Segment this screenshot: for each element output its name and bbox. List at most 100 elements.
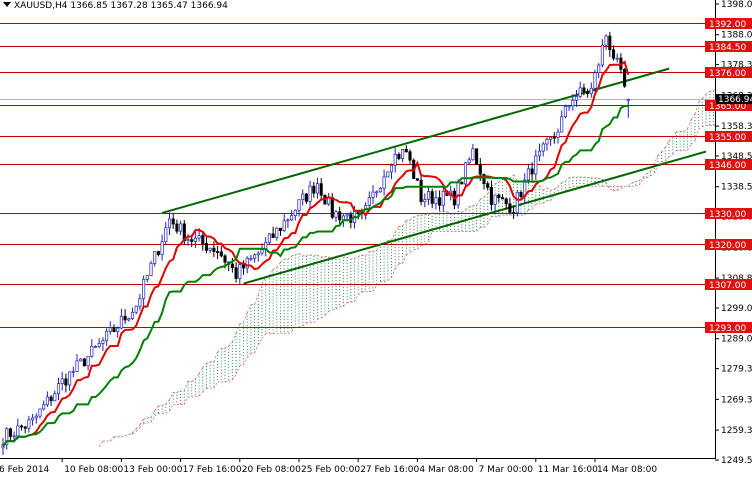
candle-body: [478, 163, 482, 175]
upper-channel-trendline[interactable]: [161, 67, 670, 214]
y-tick-label: 1338.55: [721, 183, 752, 193]
candle-body: [415, 178, 419, 181]
senkou-a: [402, 220, 407, 227]
candle-body: [27, 419, 31, 429]
senkou-a: [424, 213, 429, 216]
senkou-a: [694, 101, 699, 115]
candle-body: [386, 171, 390, 178]
y-tick-label: 1249.55: [721, 456, 752, 466]
level-label: 1384.50: [709, 43, 746, 53]
senkou-b: [428, 231, 433, 243]
candle-body: [508, 203, 512, 213]
senkou-a: [165, 399, 170, 405]
candle-body: [271, 233, 275, 238]
senkou-b: [357, 291, 363, 296]
candle-body: [467, 159, 471, 164]
candle-body: [293, 209, 297, 216]
candle-body: [393, 154, 397, 166]
x-tick-label: 20 Feb 08:00: [242, 465, 301, 475]
senkou-a: [717, 84, 721, 86]
x-tick-label: 13 Feb 00:00: [123, 465, 182, 475]
senkou-b: [417, 245, 422, 250]
senkou-a: [628, 182, 633, 187]
x-tick-label: 4 Mar 08:00: [419, 465, 474, 475]
senkou-b: [328, 309, 333, 312]
candle-body: [79, 358, 83, 362]
candle-body: [593, 72, 597, 89]
candle-body: [16, 425, 20, 437]
candle-body: [108, 327, 112, 332]
lower-channel-trendline[interactable]: [243, 150, 707, 285]
senkou-b: [261, 333, 267, 339]
candle-body: [345, 214, 349, 217]
candle-body: [82, 358, 86, 367]
chart-title: XAUUSD,H4 1366.85 1367.28 1365.47 1366.9…: [3, 1, 230, 11]
senkou-b: [165, 410, 170, 414]
senkou-a: [494, 181, 499, 185]
senkou-b: [317, 317, 322, 320]
senkou-a: [295, 253, 300, 256]
candle-body: [101, 340, 105, 344]
level-label: 1320.00: [709, 241, 746, 251]
candle-body: [334, 211, 338, 218]
senkou-a: [217, 348, 222, 353]
dropdown-triangle-icon[interactable]: [3, 2, 11, 7]
senkou-a: [480, 196, 485, 200]
senkou-a: [298, 253, 303, 257]
senkou-b: [350, 301, 355, 303]
senkou-b: [698, 126, 703, 130]
candle-body: [430, 191, 434, 204]
senkou-b: [539, 202, 544, 205]
ohlc-open: 1366.85: [70, 1, 108, 11]
candle-body: [153, 251, 157, 264]
senkou-b: [243, 357, 248, 366]
candle-body: [60, 378, 64, 384]
senkou-a: [346, 256, 351, 260]
senkou-a: [457, 210, 462, 213]
price-chart[interactable]: 1398.051388.051378.301368.301358.301348.…: [0, 0, 752, 477]
candle-body: [315, 183, 320, 194]
senkou-b: [302, 322, 307, 327]
y-tick-label: 1289.05: [721, 335, 752, 345]
candle-body: [219, 251, 223, 257]
senkou-a: [413, 215, 418, 218]
senkou-b: [232, 374, 237, 381]
senkou-b: [387, 277, 392, 281]
senkou-b: [542, 200, 548, 204]
candle-body: [312, 185, 316, 194]
candle-body: [611, 49, 616, 59]
candle-body: [419, 179, 423, 203]
x-tick-label: 7 Mar 00:00: [479, 465, 534, 475]
candle-body: [563, 106, 567, 118]
candle-body: [138, 298, 142, 307]
candle-body: [623, 68, 627, 87]
senkou-a: [476, 198, 481, 206]
senkou-b: [235, 365, 241, 375]
senkou-a: [721, 84, 725, 90]
senkou-a: [287, 255, 292, 260]
candle-body: [238, 264, 242, 279]
senkou-b: [202, 387, 207, 392]
candle-body: [175, 223, 179, 232]
candle-body: [134, 305, 138, 313]
senkou-b: [650, 173, 655, 177]
senkou-a: [195, 373, 200, 380]
candle-body: [71, 371, 75, 373]
candle-body: [519, 192, 523, 197]
candle-body: [319, 183, 323, 196]
candle-body: [241, 264, 246, 269]
senkou-b: [198, 391, 204, 397]
candle-body: [545, 139, 549, 145]
senkou-b: [498, 214, 503, 217]
candle-body: [549, 136, 553, 140]
senkou-b: [125, 434, 129, 436]
candle-body: [8, 428, 12, 437]
senkou-a: [158, 405, 163, 407]
senkou-a: [372, 249, 377, 252]
candle-body: [64, 378, 68, 386]
candle-body: [197, 235, 201, 239]
level-label: 1376.00: [709, 69, 746, 79]
candle-body: [626, 99, 630, 101]
candle-body: [560, 116, 564, 133]
senkou-b: [324, 311, 329, 316]
